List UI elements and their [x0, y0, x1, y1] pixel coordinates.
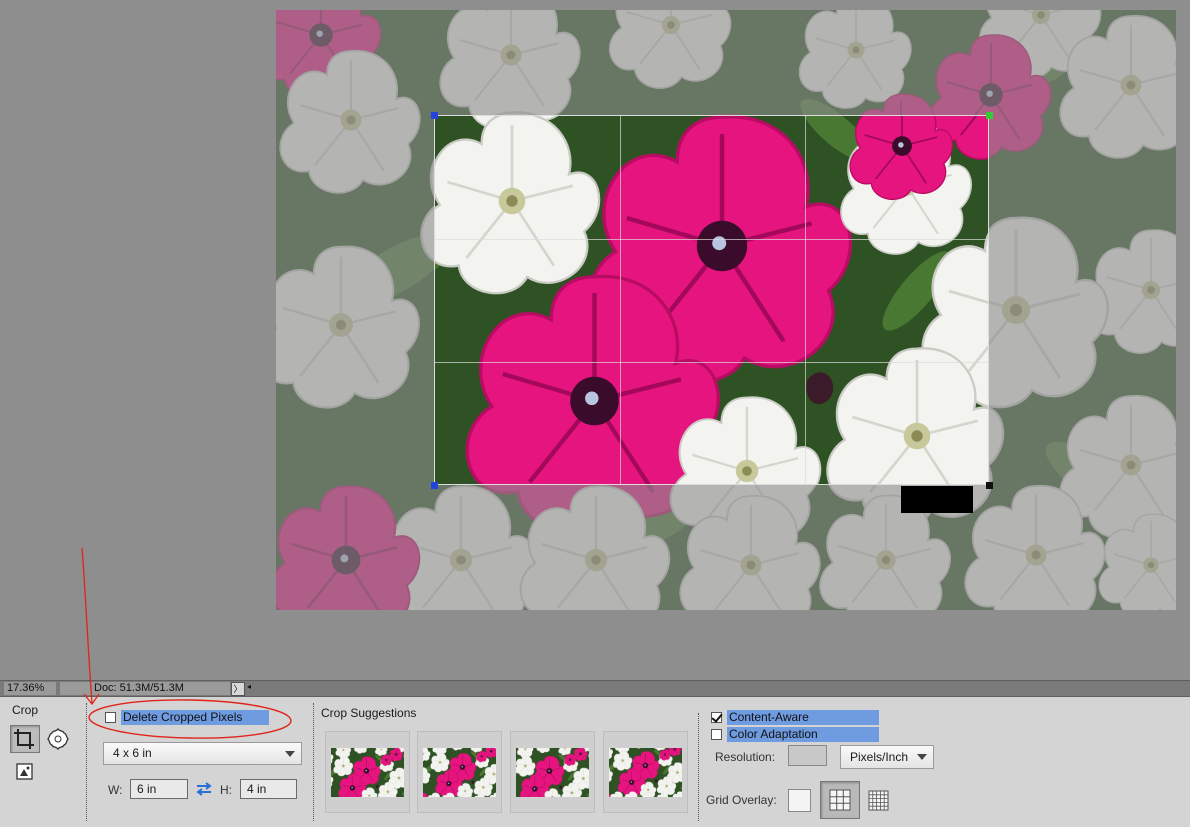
perspective-crop-button[interactable]: [14, 761, 36, 783]
suggestion-image: [516, 748, 589, 797]
resolution-label: Resolution:: [715, 750, 776, 764]
content-aware-label: Content-Aware: [727, 710, 879, 725]
height-field[interactable]: 4 in: [240, 779, 297, 799]
delete-cropped-pixels-checkbox[interactable]: Delete Cropped Pixels: [105, 710, 269, 725]
checkbox-box[interactable]: [711, 712, 722, 723]
crop-suggestion-thumbnail[interactable]: [510, 731, 595, 813]
grid-none-button[interactable]: [788, 789, 811, 812]
document-image[interactable]: [276, 10, 1176, 610]
suggestion-image: [331, 748, 404, 797]
crop-icon: [14, 729, 34, 749]
scroll-left-arrow[interactable]: ◂: [247, 682, 251, 691]
grid-overlay-label: Grid Overlay:: [706, 793, 777, 807]
suggestion-image: [423, 748, 496, 797]
crop-suggestion-thumbnail[interactable]: [603, 731, 688, 813]
separator: [86, 703, 87, 821]
crop-handle-top-left[interactable]: [431, 112, 438, 119]
perspective-crop-icon: [16, 763, 33, 780]
checkbox-box[interactable]: [711, 729, 722, 740]
grid-thirds-icon: [829, 789, 851, 811]
grid-fine-icon: [868, 790, 889, 811]
width-field[interactable]: 6 in: [130, 779, 188, 799]
swap-dimensions-button[interactable]: [195, 781, 213, 797]
resolution-units-value: Pixels/Inch: [850, 750, 909, 764]
tool-name: Crop: [12, 703, 39, 717]
zoom-level[interactable]: 17.36%: [4, 682, 56, 695]
crop-handle-top-right[interactable]: [986, 112, 993, 119]
crop-box[interactable]: [434, 115, 989, 485]
content-aware-checkbox[interactable]: Content-Aware: [711, 710, 879, 725]
crop-grid-line: [620, 116, 621, 484]
width-label: W:: [108, 783, 123, 797]
grid-thirds-button[interactable]: [820, 781, 860, 819]
crop-preview: [435, 116, 989, 485]
status-bar: 17.36% Doc: 51.3M/51.3M 〉 ◂: [0, 680, 1190, 697]
crop-suggestions-title: Crop Suggestions: [321, 706, 417, 720]
grid-fine-button[interactable]: [867, 789, 891, 812]
cookie-cutter-button[interactable]: [46, 727, 70, 751]
color-adaptation-label: Color Adaptation: [727, 727, 879, 742]
crop-handle-bottom-left[interactable]: [431, 482, 438, 489]
crop-grid-line: [435, 362, 988, 363]
crop-commit-bar[interactable]: [901, 486, 973, 513]
crop-grid-line: [435, 239, 988, 240]
delete-cropped-pixels-label: Delete Cropped Pixels: [121, 710, 269, 725]
aspect-ratio-dropdown[interactable]: 4 x 6 in: [103, 742, 302, 765]
crop-tool-button[interactable]: [10, 725, 40, 753]
separator: [698, 713, 699, 821]
separator: [313, 703, 314, 821]
chevron-down-icon: [917, 754, 927, 760]
swap-arrows-icon: [196, 782, 212, 796]
color-adaptation-checkbox[interactable]: Color Adaptation: [711, 727, 879, 742]
height-label: H:: [220, 783, 232, 797]
status-menu-button[interactable]: 〉: [231, 682, 245, 696]
canvas-area[interactable]: [0, 0, 1190, 680]
crop-suggestion-thumbnail[interactable]: [417, 731, 502, 813]
crop-suggestion-thumbnail[interactable]: [325, 731, 410, 813]
resolution-field[interactable]: [788, 745, 827, 766]
suggestion-image: [609, 748, 682, 797]
tool-options-panel: Crop Delete Cropped Pixels 4 x 6 in W: 6…: [0, 697, 1190, 827]
crop-grid-line: [805, 116, 806, 484]
crop-handle-bottom-right[interactable]: [986, 482, 993, 489]
aspect-ratio-value: 4 x 6 in: [113, 746, 152, 760]
cookie-cutter-icon: [47, 727, 69, 751]
document-size: Doc: 51.3M/51.3M: [60, 682, 230, 695]
resolution-units-dropdown[interactable]: Pixels/Inch: [840, 745, 934, 769]
chevron-down-icon: [285, 751, 295, 757]
checkbox-box[interactable]: [105, 712, 116, 723]
